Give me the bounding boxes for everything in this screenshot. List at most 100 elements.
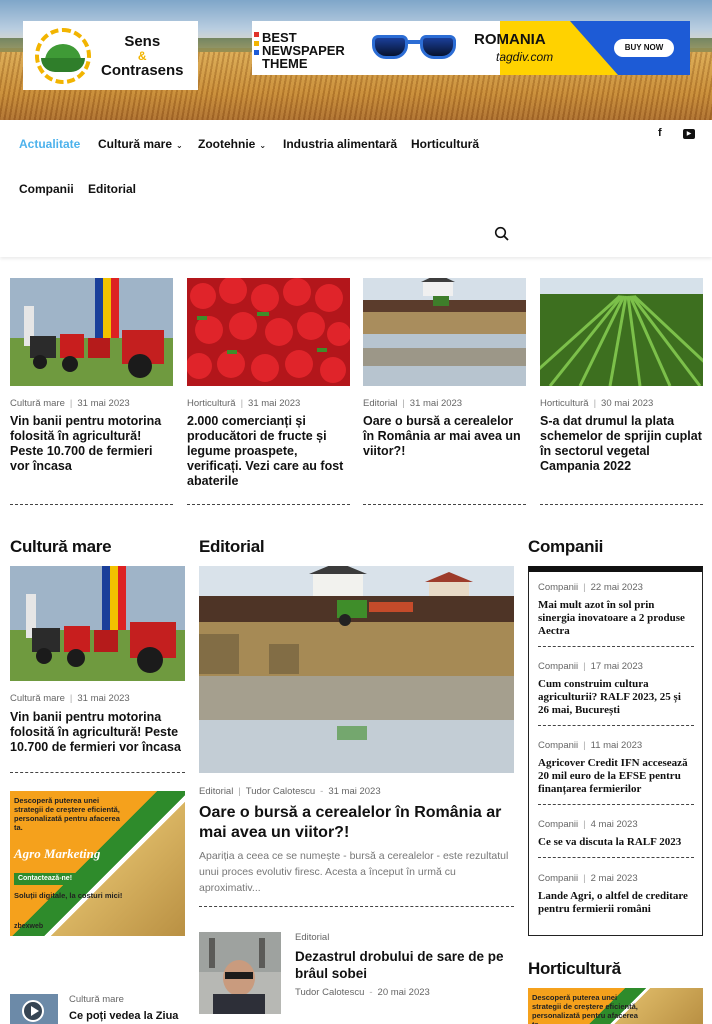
nav-item-zootehnie[interactable]: Zootehnie ⌄ [198, 137, 266, 151]
logo-text: Sens & Contrasens [101, 32, 184, 80]
ad-text: Descoperă puterea unei strategii de creș… [532, 993, 638, 1024]
article-title[interactable]: Vin banii pentru motorina folosită în ag… [10, 414, 173, 474]
list-item[interactable]: Companii | 2 mai 2023 Lande Agri, o altfel… [538, 873, 694, 916]
article-title[interactable]: Ce se va discuta la RALF 2023 [538, 836, 694, 849]
ad-headline: BEST NEWSPAPER THEME [254, 31, 345, 70]
section-title-horticultura[interactable]: Horticultură [528, 959, 621, 979]
article-thumbnail-crop-rows[interactable] [540, 278, 703, 386]
article-date: 17 mai 2023 [590, 661, 643, 672]
divider [199, 906, 514, 907]
divider [187, 504, 350, 505]
list-item[interactable]: Companii | 4 mai 2023 Ce se va discuta la … [538, 819, 694, 858]
article-card[interactable]: Horticultură | 30 mai 2023 S-a dat drumul … [540, 398, 703, 474]
article-category[interactable]: Editorial [295, 932, 329, 943]
article-date: 2 mai 2023 [590, 873, 638, 884]
editorial-excerpt: Apariția a ceea ce se numește - bursă a … [199, 850, 509, 894]
ad-contact-button[interactable]: Contactează-ne! [14, 873, 76, 885]
list-item[interactable]: Companii | 22 mai 2023 Mai mult azot în so… [538, 582, 694, 647]
article-meta: Editorial | 31 mai 2023 [363, 398, 463, 409]
section-title-editorial[interactable]: Editorial [199, 537, 265, 557]
article-title[interactable]: Mai mult azot în sol prin sinergia inova… [538, 599, 694, 638]
logo-emblem-icon [31, 26, 95, 86]
editorial-main-title[interactable]: Oare o bursă a cerealelor în România ar … [199, 803, 509, 843]
article-category[interactable]: Companii [538, 873, 578, 884]
ad-text: Descoperă puterea unei strategii de creș… [14, 796, 120, 832]
logo-line2: Contrasens [101, 61, 184, 79]
list-item[interactable]: Companii | 11 mai 2023 Agricover Credit IF… [538, 740, 694, 805]
article-category[interactable]: Companii [538, 661, 578, 672]
ad-buy-now-button[interactable]: BUY NOW [614, 39, 674, 57]
article-category[interactable]: Editorial [199, 786, 233, 797]
play-icon[interactable] [22, 1000, 44, 1022]
article-category[interactable]: Horticultură [540, 398, 589, 409]
author-photo[interactable] [199, 932, 281, 1014]
article-thumbnail-tractors[interactable] [10, 278, 173, 386]
article-category[interactable]: Editorial [363, 398, 397, 409]
search-icon[interactable] [494, 226, 510, 242]
article-date: 4 mai 2023 [590, 819, 638, 830]
article-author[interactable]: Tudor Calotescu [295, 987, 364, 998]
chevron-down-icon: ⌄ [259, 141, 267, 150]
article-thumbnail-strawberries[interactable] [187, 278, 350, 386]
article-title[interactable]: 2.000 comercianți și producători de fruc… [187, 414, 350, 489]
divider [10, 772, 185, 773]
article-card[interactable]: Horticultură | 31 mai 2023 2.000 comercian… [187, 398, 350, 489]
divider [540, 504, 703, 505]
chevron-down-icon: ⌄ [176, 141, 183, 150]
ad-brand: Agro Marketing [14, 846, 101, 861]
agro-marketing-ad[interactable]: Descoperă puterea unei strategii de creș… [10, 791, 185, 936]
nav-item-cultura-mare[interactable]: Cultură mare ⌄ [98, 137, 183, 151]
article-date: 11 mai 2023 [590, 740, 643, 751]
article-date: 31 mai 2023 [248, 398, 301, 409]
article-category[interactable]: Companii [538, 740, 578, 751]
article-thumbnail-tractors[interactable] [10, 566, 185, 681]
logo-amp: & [137, 48, 147, 63]
nav-item-actualitate[interactable]: Actualitate [19, 137, 80, 151]
article-title[interactable]: Ce poți vedea la Ziua [69, 1009, 178, 1024]
article-category[interactable]: Companii [538, 582, 578, 593]
article-date: 30 mai 2023 [601, 398, 654, 409]
site-logo[interactable]: Sens & Contrasens [23, 21, 198, 90]
article-title[interactable]: Vin banii pentru motorina folosită în ag… [10, 710, 185, 755]
article-category[interactable]: Companii [538, 819, 578, 830]
article-category[interactable]: Horticultură [187, 398, 236, 409]
nav-item-industria-alimentara[interactable]: Industria alimentară [283, 137, 397, 151]
article-meta: Cultură mare | 31 mai 2023 [10, 693, 130, 704]
section-title-cultura-mare[interactable]: Cultură mare [10, 537, 112, 557]
article-title[interactable]: Dezastrul drobului de sare de pe brâul s… [295, 948, 513, 982]
article-title[interactable]: Lande Agri, o altfel de creditare pentru… [538, 890, 694, 916]
article-title[interactable]: Oare o bursă a cerealelor în România ar … [363, 414, 526, 459]
video-thumbnail[interactable] [10, 994, 58, 1024]
editorial-main-image[interactable] [199, 566, 514, 773]
ad-romania-text: ROMANIA [474, 31, 546, 48]
article-title[interactable]: Cum construim cultura agriculturii? RALF… [538, 678, 694, 717]
article-card[interactable]: Editorial | 31 mai 2023 Oare o bursă a cer… [363, 398, 526, 459]
ad-subtext: Soluții digitale, la costuri mici! [14, 891, 123, 900]
nav-item-horticultura[interactable]: Horticultură [411, 137, 479, 151]
section-title-companii[interactable]: Companii [528, 537, 603, 557]
header-ad-banner[interactable]: BEST NEWSPAPER THEME ROMANIA tagdiv.com … [252, 21, 690, 75]
nav-item-editorial[interactable]: Editorial [88, 182, 136, 196]
article-date: 31 mai 2023 [328, 786, 381, 797]
article-title[interactable]: S-a dat drumul la plata schemelor de spr… [540, 414, 703, 474]
article-date: 31 mai 2023 [77, 693, 130, 704]
article-title[interactable]: Agricover Credit IFN accesează 20 mil eu… [538, 757, 694, 796]
nav-item-companii[interactable]: Companii [19, 182, 74, 196]
article-card[interactable]: Cultură mare | 31 mai 2023 Vin banii pentr… [10, 398, 173, 474]
list-item[interactable]: Companii | 17 mai 2023 Cum construim cultu… [538, 661, 694, 726]
article-date: 20 mai 2023 [377, 987, 430, 998]
companii-list: Companii | 22 mai 2023 Mai mult azot în so… [528, 566, 703, 936]
sunglasses-icon [370, 31, 458, 65]
article-author[interactable]: Tudor Calotescu [246, 786, 315, 797]
horticultura-ad[interactable]: Descoperă puterea unei strategii de creș… [528, 988, 703, 1024]
article-category[interactable]: Cultură mare [69, 994, 124, 1005]
editorial-meta: Editorial | Tudor Calotescu -31 mai 2023 [199, 786, 381, 797]
article-category[interactable]: Cultură mare [10, 693, 65, 704]
article-category[interactable]: Cultură mare [10, 398, 65, 409]
article-thumbnail-field-reflection[interactable] [363, 278, 526, 386]
article-card[interactable]: Cultură mare | 31 mai 2023 Vin banii pentr… [10, 693, 185, 755]
facebook-icon[interactable]: f [658, 127, 662, 139]
article-meta: Cultură mare | 31 mai 2023 [10, 398, 130, 409]
ad-tagdiv-text: tagdiv.com [496, 50, 554, 64]
youtube-icon[interactable]: ▶ [683, 129, 695, 139]
